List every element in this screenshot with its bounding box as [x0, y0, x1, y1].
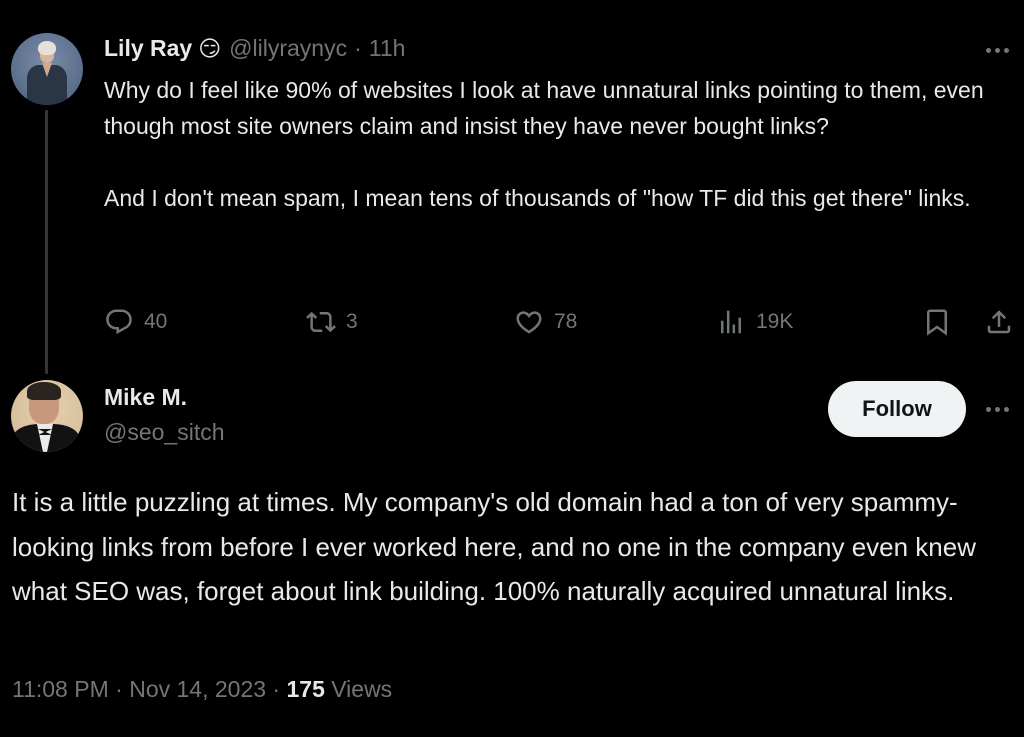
meta-separator: · — [115, 676, 123, 702]
views-button[interactable]: 19K — [716, 307, 793, 337]
reply-views-count: 175 — [286, 676, 325, 702]
smirk-emoji-icon: 😏 — [198, 35, 222, 61]
view-count: 19K — [756, 310, 794, 333]
analytics-icon — [721, 310, 741, 334]
share-icon — [987, 310, 1011, 334]
original-tweet-text: Why do I feel like 90% of websites I loo… — [104, 77, 984, 211]
bookmark-icon — [927, 309, 947, 336]
author-name[interactable]: Lily Ray — [104, 35, 192, 62]
reply-tweet-text: It is a little puzzling at times. My com… — [12, 487, 976, 606]
more-horizontal-icon — [986, 48, 991, 53]
more-horizontal-icon — [986, 407, 991, 412]
meta-separator: · — [272, 676, 281, 702]
like-button[interactable]: 78 — [514, 307, 577, 337]
reply-more-options-button[interactable] — [986, 407, 1009, 412]
follow-button[interactable]: Follow — [828, 381, 966, 437]
reply-tweet-meta: 11:08 PM · Nov 14, 2023 · 175 Views — [12, 676, 392, 703]
heart-icon — [516, 311, 542, 334]
avatar-lily-ray[interactable] — [11, 33, 83, 105]
reply-count: 40 — [144, 310, 168, 333]
avatar-mike-m[interactable] — [11, 380, 83, 452]
tweet-time[interactable]: 11:08 PM — [12, 676, 109, 702]
bookmark-button[interactable] — [922, 307, 952, 337]
like-count: 78 — [554, 310, 578, 333]
retweet-button[interactable]: 3 — [306, 307, 358, 337]
reply-author-handle[interactable]: @seo_sitch — [104, 419, 225, 446]
tweet-action-bar: 40 3 78 19K — [104, 307, 1016, 341]
retweet-icon — [306, 311, 336, 333]
reply-icon — [106, 309, 132, 335]
avatar-hair — [38, 41, 56, 55]
thread-connector-line — [45, 110, 48, 374]
original-tweet-header: Lily Ray 😏 @lilyraynyc · 11h — [104, 35, 405, 62]
header-separator: · — [354, 35, 362, 61]
more-options-button[interactable] — [986, 48, 1009, 53]
reply-author-name[interactable]: Mike M. — [104, 384, 187, 411]
tweet-date[interactable]: Nov 14, 2023 — [129, 676, 266, 702]
retweet-count: 3 — [346, 310, 358, 333]
tweet-time-ago[interactable]: 11h — [369, 35, 406, 62]
avatar-hair — [27, 382, 61, 400]
author-handle[interactable]: @lilyraynyc — [229, 35, 347, 62]
share-button[interactable] — [984, 307, 1014, 337]
reply-views-label: Views — [331, 676, 393, 702]
reply-button[interactable]: 40 — [104, 307, 167, 337]
